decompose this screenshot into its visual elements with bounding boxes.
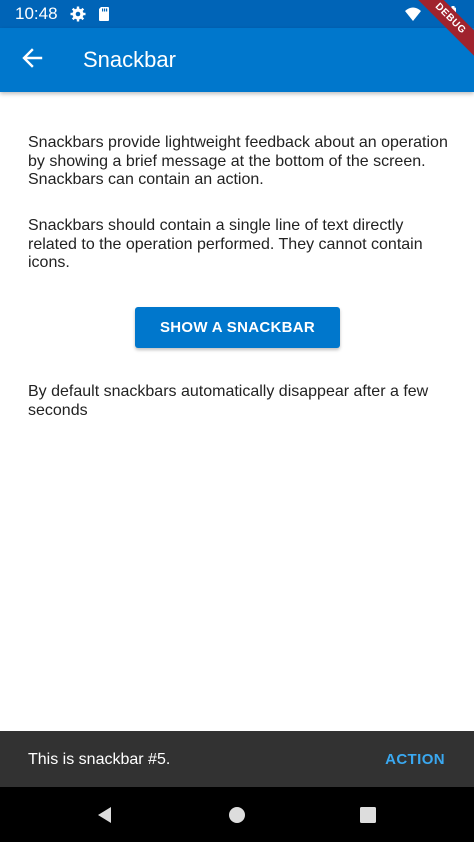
snackbar-message: This is snackbar #5. bbox=[28, 751, 171, 768]
page-title: Snackbar bbox=[83, 47, 176, 72]
recents-square-icon[interactable] bbox=[357, 804, 379, 826]
system-nav-bar bbox=[0, 787, 474, 842]
snackbar: This is snackbar #5. ACTION bbox=[0, 731, 474, 787]
description-paragraph: Snackbars provide lightweight feedback a… bbox=[28, 134, 448, 188]
app-bar: Snackbar bbox=[0, 28, 474, 92]
back-triangle-icon[interactable] bbox=[94, 804, 116, 826]
home-circle-icon[interactable] bbox=[226, 804, 248, 826]
back-button[interactable] bbox=[14, 42, 50, 78]
arrow-back-icon bbox=[21, 47, 43, 74]
gear-icon bbox=[70, 6, 86, 22]
sd-card-icon bbox=[96, 6, 112, 22]
guideline-paragraph: Snackbars should contain a single line o… bbox=[28, 217, 423, 271]
snackbar-action-button[interactable]: ACTION bbox=[385, 750, 445, 770]
info-paragraph: By default snackbars automatically disap… bbox=[28, 383, 429, 419]
status-bar: 10:48 bbox=[0, 0, 474, 28]
wifi-icon bbox=[404, 5, 422, 23]
status-time: 10:48 bbox=[15, 4, 58, 23]
show-snackbar-button[interactable]: SHOW A SNACKBAR bbox=[135, 307, 340, 348]
